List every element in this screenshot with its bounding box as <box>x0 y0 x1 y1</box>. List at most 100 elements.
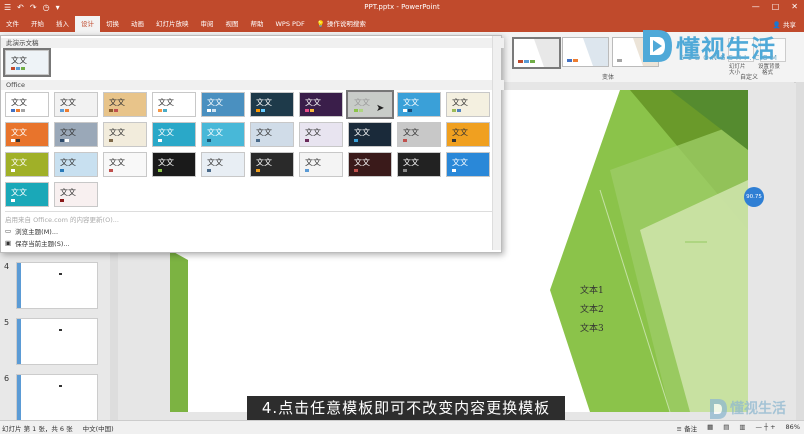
theme-option[interactable]: 文文 <box>103 92 147 117</box>
slide-thumbnail[interactable] <box>16 262 98 309</box>
slide-text-line[interactable]: 文本2 <box>580 302 604 315</box>
theme-option[interactable]: 文文 <box>103 122 147 147</box>
theme-option[interactable]: 文文 <box>201 122 245 147</box>
theme-sample-text: 文文 <box>354 128 370 137</box>
theme-color-bars <box>305 139 309 142</box>
theme-option[interactable]: 文文 <box>5 152 49 177</box>
theme-option[interactable]: 文文 <box>397 152 441 177</box>
tab-view[interactable]: 视图 <box>220 16 245 32</box>
thumbnail-accent <box>17 319 21 364</box>
theme-option[interactable]: 文文 <box>299 92 343 117</box>
theme-option[interactable]: 文文 <box>446 152 490 177</box>
enable-online-updates-command: 启用来自 Office.com 的内容更新(O)... <box>5 214 119 224</box>
canvas-scrollbar[interactable] <box>796 82 804 420</box>
theme-sample-text: 文文 <box>256 98 272 107</box>
slide-thumbnail[interactable] <box>16 318 98 365</box>
theme-current[interactable]: 文文 <box>3 48 51 77</box>
theme-option[interactable]: 文文 <box>446 122 490 147</box>
tab-design[interactable]: 设计 <box>75 16 100 32</box>
theme-option[interactable]: 文文 <box>348 152 392 177</box>
theme-option[interactable]: 文文 <box>397 122 441 147</box>
language-indicator[interactable]: 中文(中国) <box>83 423 114 433</box>
theme-color-bars <box>207 169 211 172</box>
tab-help[interactable]: 帮助 <box>245 16 270 32</box>
theme-option[interactable]: 文文 <box>446 92 490 117</box>
tell-me-search[interactable]: 💡 操作说明搜索 <box>311 16 372 32</box>
theme-option[interactable]: 文文 <box>250 152 294 177</box>
theme-option[interactable]: 文文 <box>201 92 245 117</box>
theme-option[interactable]: 文文 <box>103 152 147 177</box>
thumbnail-accent <box>17 375 21 420</box>
format-background-label-2: 格式 <box>762 70 774 76</box>
theme-color-bars <box>109 169 113 172</box>
tab-home[interactable]: 开始 <box>25 16 50 32</box>
theme-color-bars <box>256 169 260 172</box>
theme-option[interactable]: 文文 <box>54 182 98 207</box>
brand-watermark: 懂视生活 <box>708 397 804 421</box>
thumbnail-mark <box>59 329 62 331</box>
browse-themes-command[interactable]: ▭ 浏览主题(M)... <box>5 226 58 236</box>
theme-color-bars <box>207 139 211 142</box>
theme-option[interactable]: 文文 <box>54 152 98 177</box>
slide-text-line[interactable]: 文本3 <box>580 321 604 334</box>
maximize-icon[interactable]: □ <box>772 2 780 11</box>
tab-review[interactable]: 审阅 <box>195 16 220 32</box>
theme-option[interactable]: 文文 <box>152 122 196 147</box>
minimize-icon[interactable]: — <box>752 2 760 11</box>
variant-thumb[interactable] <box>512 37 561 69</box>
thumbnail-accent <box>17 263 21 308</box>
normal-view-icon[interactable]: ▦ <box>707 423 713 433</box>
theme-option[interactable]: 文文 <box>250 122 294 147</box>
theme-color-bars <box>403 109 412 112</box>
theme-option[interactable]: 文文 <box>152 92 196 117</box>
theme-color-bars <box>403 169 407 172</box>
close-icon[interactable]: ✕ <box>791 2 798 11</box>
window-title: PPT.pptx - PowerPoint <box>364 3 440 11</box>
zoom-level[interactable]: 86% <box>786 423 800 433</box>
save-icon: ▣ <box>5 239 12 247</box>
brand-watermark-icon <box>710 399 727 419</box>
thumbnail-mark <box>59 273 62 275</box>
theme-option-hover[interactable]: 文文 ➤ <box>346 90 394 119</box>
theme-option[interactable]: 文文 <box>152 152 196 177</box>
theme-color-bars <box>158 139 162 142</box>
theme-sample-text: 文文 <box>403 128 419 137</box>
tab-wps-pdf[interactable]: WPS PDF <box>270 16 311 32</box>
slide-number: 4 <box>4 262 10 271</box>
sorter-view-icon[interactable]: ▤ <box>723 423 729 433</box>
theme-option[interactable]: 文文 <box>54 92 98 117</box>
lightbulb-icon: 💡 <box>316 20 325 28</box>
zoom-slider[interactable]: — ┼ + <box>756 423 776 433</box>
gallery-section-current: 此演示文稿 <box>1 38 504 48</box>
tab-animations[interactable]: 动画 <box>125 16 150 32</box>
theme-option[interactable]: 文文 <box>348 122 392 147</box>
theme-color-bars <box>60 169 64 172</box>
theme-color-bars <box>452 169 456 172</box>
tab-slideshow[interactable]: 幻灯片放映 <box>150 16 195 32</box>
theme-option[interactable]: 文文 <box>299 152 343 177</box>
save-current-theme-command[interactable]: ▣ 保存当前主题(S)... <box>5 238 70 248</box>
variants-group-label: 变体 <box>602 74 615 81</box>
notes-button[interactable]: ≡ 备注 <box>677 423 698 433</box>
theme-option[interactable]: 文文 <box>250 92 294 117</box>
tab-file[interactable]: 文件 <box>0 16 25 32</box>
variant-thumb[interactable] <box>562 37 609 67</box>
theme-option[interactable]: 文文 <box>5 122 49 147</box>
save-theme-label: 保存当前主题(S)... <box>15 240 70 248</box>
theme-color-bars <box>11 139 20 142</box>
theme-sample-text: 文文 <box>109 128 125 137</box>
theme-option[interactable]: 文文 <box>5 92 49 117</box>
theme-option[interactable]: 文文 <box>5 182 49 207</box>
brand-logo-icon <box>643 30 672 62</box>
gallery-scrollbar[interactable] <box>492 36 501 250</box>
theme-option[interactable]: 文文 <box>397 92 441 117</box>
slide-text-line[interactable]: 文本1 <box>580 283 604 296</box>
theme-option[interactable]: 文文 <box>299 122 343 147</box>
tab-insert[interactable]: 插入 <box>50 16 75 32</box>
tab-transitions[interactable]: 切换 <box>100 16 125 32</box>
reading-view-icon[interactable]: ▥ <box>739 423 745 433</box>
theme-option[interactable]: 文文 <box>201 152 245 177</box>
theme-color-bars <box>452 109 461 112</box>
slide-thumbnail[interactable] <box>16 374 98 421</box>
theme-option[interactable]: 文文 <box>54 122 98 147</box>
